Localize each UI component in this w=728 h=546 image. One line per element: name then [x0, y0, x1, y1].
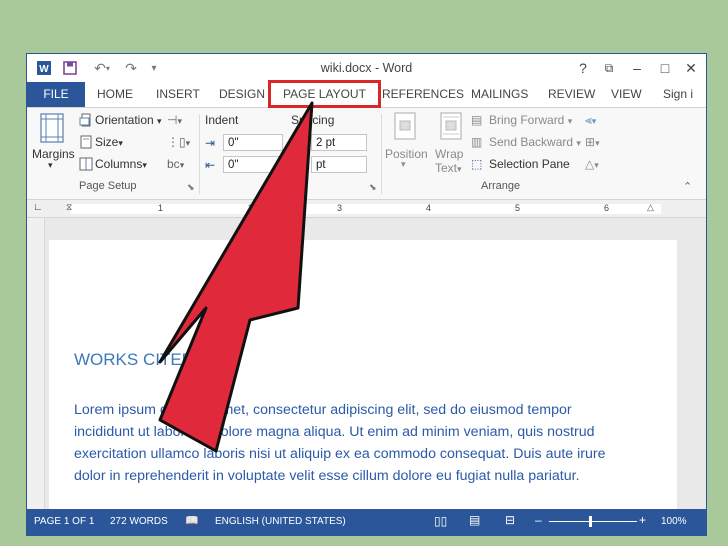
indent-left-field[interactable]: 0"	[223, 134, 283, 151]
align-icon[interactable]: ⫷▾	[585, 113, 596, 128]
tab-home[interactable]: HOME	[97, 82, 133, 107]
selection-pane-button[interactable]: Selection Pane	[489, 157, 570, 171]
page-setup-group-label: Page Setup	[79, 180, 137, 192]
send-backward-icon: ▥	[471, 135, 483, 149]
group-separator	[199, 114, 200, 194]
web-layout-icon[interactable]: ⊟	[505, 513, 515, 527]
proofing-icon[interactable]: 📖	[185, 514, 199, 527]
margins-dropdown-icon[interactable]: ▾	[48, 160, 53, 171]
tab-file[interactable]: FILE	[27, 82, 85, 107]
wrap-text-label-2[interactable]: Text▾	[435, 161, 462, 175]
close-button[interactable]: ✕	[679, 59, 703, 77]
arrange-group-label: Arrange	[481, 180, 521, 192]
tab-mailings[interactable]: MAILINGS	[471, 82, 528, 107]
tab-insert[interactable]: INSERT	[156, 82, 200, 107]
send-backward-button[interactable]: Send Backward ▾	[489, 135, 581, 149]
line-numbers-icon[interactable]: ⋮▯▾	[167, 135, 190, 149]
ribbon: Margins ▾ Orientation ▾ Size▾ Columns▾ ⊣…	[27, 108, 706, 200]
zoom-level[interactable]: 100%	[661, 516, 687, 527]
tab-page-layout[interactable]: PAGE LAYOUT	[268, 80, 381, 108]
ruler-mark: 4	[426, 203, 432, 213]
hyphenation-icon[interactable]: bc▾	[167, 157, 184, 171]
document-area: WORKS CITED Lorem ipsum dolor sit amet, …	[45, 218, 706, 520]
ruler-mark: 6	[604, 203, 610, 213]
sign-in-link[interactable]: Sign i	[663, 82, 693, 107]
indent-marker-icon[interactable]: ⧖	[66, 202, 72, 213]
position-button[interactable]: Position	[385, 147, 428, 161]
group-separator	[381, 114, 382, 194]
size-icon	[79, 135, 93, 154]
indent-left-icon: ⇥	[205, 136, 216, 150]
orientation-button[interactable]: Orientation ▾	[95, 113, 162, 127]
ruler-mark: 3	[337, 203, 343, 213]
zoom-slider-thumb[interactable]	[589, 516, 592, 527]
read-mode-icon[interactable]: ▯▯	[434, 514, 447, 528]
horizontal-ruler[interactable]: ∟ ⧖ 1 2 3 4 5 6 △	[27, 200, 706, 218]
size-button[interactable]: Size▾	[95, 135, 123, 149]
indent-right-field[interactable]: 0"	[223, 156, 283, 173]
tab-selector-icon[interactable]: ∟	[33, 202, 43, 213]
position-icon[interactable]	[393, 112, 417, 145]
minimize-button[interactable]: –	[625, 59, 649, 77]
body-line: exercitation ullamco laboris nisi ut ali…	[74, 446, 606, 462]
zoom-in-icon[interactable]: +	[639, 513, 646, 527]
page-setup-launcher-icon[interactable]: ⬊	[187, 182, 195, 193]
position-dropdown-icon[interactable]: ▾	[401, 159, 406, 170]
tab-references[interactable]: REFERENCES	[382, 82, 464, 107]
status-bar: PAGE 1 OF 1 272 WORDS 📖 ENGLISH (UNITED …	[27, 509, 706, 535]
right-indent-marker-icon[interactable]: △	[647, 202, 654, 213]
tab-review[interactable]: REVIEW	[548, 82, 595, 107]
body-line: dolor in reprehenderit in voluptate veli…	[74, 468, 580, 484]
ribbon-display-options-icon[interactable]: ⧉	[597, 59, 621, 77]
group-objects-icon[interactable]: ⊞▾	[585, 135, 600, 149]
orientation-label: Orientation	[95, 113, 154, 127]
body-line: Lorem ipsum dolor sit amet, consectetur …	[74, 402, 572, 418]
zoom-out-icon[interactable]: –	[535, 513, 542, 527]
rotate-icon[interactable]: △▾	[585, 157, 599, 171]
bring-forward-label: Bring Forward	[489, 113, 565, 127]
breaks-icon[interactable]: ⊣▾	[167, 113, 182, 127]
orientation-icon	[79, 113, 93, 132]
document-page[interactable]: WORKS CITED Lorem ipsum dolor sit amet, …	[49, 240, 677, 520]
spacing-before-field[interactable]: 2 pt	[311, 134, 367, 151]
language-status[interactable]: ENGLISH (UNITED STATES)	[215, 516, 346, 527]
margins-icon[interactable]	[39, 112, 65, 149]
margins-button[interactable]: Margins	[32, 147, 75, 161]
restore-button[interactable]: □	[653, 59, 677, 77]
wrap-text-button[interactable]: Wrap	[435, 147, 463, 161]
spacing-after-field[interactable]: pt	[311, 156, 367, 173]
indent-right-icon: ⇤	[205, 158, 216, 172]
collapse-ribbon-icon[interactable]: ⌃	[683, 180, 692, 193]
columns-icon	[79, 157, 93, 176]
body-line: incididunt ut labore et dolore magna ali…	[74, 424, 595, 440]
ribbon-tabs: FILE HOME INSERT DESIGN PAGE LAYOUT REFE…	[27, 80, 706, 108]
spacing-label: Spacing	[291, 113, 335, 127]
title-bar: W ↶ ▾ ↷ ▾ wiki.docx - Word ? ⧉ – □ ✕	[27, 54, 706, 82]
indent-label: Indent	[205, 113, 239, 127]
wrap-text-icon[interactable]	[439, 112, 463, 145]
tab-view[interactable]: VIEW	[611, 82, 642, 107]
help-button[interactable]: ?	[571, 59, 595, 77]
ruler-mark: 5	[515, 203, 521, 213]
tab-design[interactable]: DESIGN	[219, 82, 265, 107]
send-backward-label: Send Backward	[489, 135, 574, 149]
ruler-mark: 1	[158, 203, 164, 213]
bring-forward-button[interactable]: Bring Forward ▾	[489, 113, 572, 127]
ruler-mark: 2	[248, 203, 254, 213]
zoom-slider[interactable]	[549, 521, 637, 522]
paragraph-launcher-icon[interactable]: ⬊	[369, 182, 377, 193]
word-window: W ↶ ▾ ↷ ▾ wiki.docx - Word ? ⧉ – □ ✕ FILE…	[26, 53, 707, 536]
selection-pane-icon: ⬚	[471, 157, 483, 171]
bring-forward-icon: ▤	[471, 113, 483, 127]
columns-button[interactable]: Columns▾	[95, 157, 147, 171]
columns-label: Columns	[95, 157, 143, 171]
vertical-ruler	[27, 218, 45, 510]
print-layout-icon[interactable]: ▤	[469, 513, 480, 527]
page-count[interactable]: PAGE 1 OF 1	[34, 516, 94, 527]
wrap-text-line2: Text	[435, 161, 458, 175]
works-cited-heading: WORKS CITED	[74, 350, 194, 369]
size-label: Size	[95, 135, 119, 149]
word-count[interactable]: 272 WORDS	[110, 516, 168, 527]
